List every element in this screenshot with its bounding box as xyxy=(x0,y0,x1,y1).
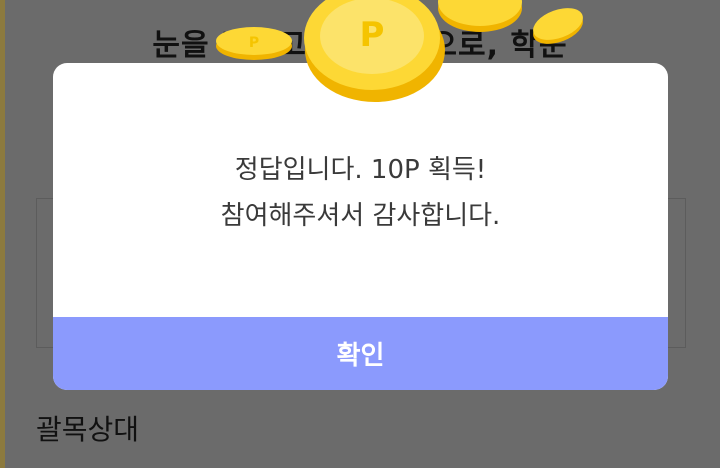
confirm-button[interactable]: 확인 xyxy=(53,317,668,390)
result-message: 정답입니다. 10P 획득! 참여해주셔서 감사합니다. xyxy=(53,147,668,239)
edge-strip xyxy=(0,0,5,468)
result-modal: 정답입니다. 10P 획득! 참여해주셔서 감사합니다. 확인 xyxy=(53,63,668,390)
result-message-line-2: 참여해주셔서 감사합니다. xyxy=(220,201,501,231)
question-text: 눈을 비비고 … 는 뜻으로, 학문 xyxy=(152,28,568,63)
result-message-line-1: 정답입니다. 10P 획득! xyxy=(234,155,487,185)
quiz-screen: 눈을 비비고 … 는 뜻으로, 학문 괄목상대 정답입니다. 10P 획득! 참… xyxy=(0,0,720,468)
answer-word: 괄목상대 xyxy=(36,413,140,446)
